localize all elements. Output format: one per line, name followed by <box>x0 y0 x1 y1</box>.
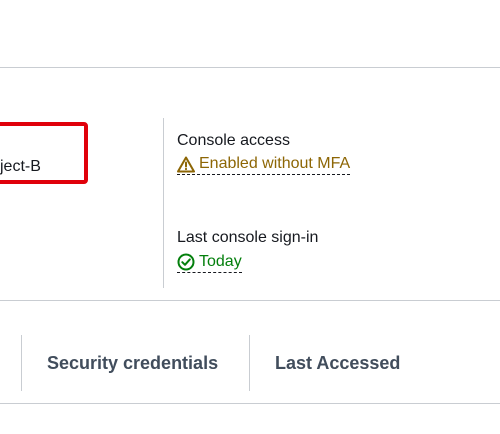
section-divider-middle <box>0 300 500 301</box>
console-access-label: Console access <box>177 132 290 149</box>
user-details-tabs: Security credentials Last Accessed <box>0 333 500 393</box>
user-name-value: ject-B <box>0 158 41 175</box>
tab-divider <box>249 335 250 391</box>
check-circle-icon <box>177 253 195 271</box>
console-access-status-text: Enabled without MFA <box>199 155 351 172</box>
warning-triangle-icon <box>177 156 195 173</box>
user-summary-card: ject-B Console access Enabled without MF… <box>0 67 500 300</box>
iam-user-details-page: ject-B Console access Enabled without MF… <box>0 0 500 434</box>
last-console-signin-value-text: Today <box>199 253 242 270</box>
console-access-status[interactable]: Enabled without MFA <box>177 155 351 175</box>
last-console-signin-value[interactable]: Today <box>177 253 242 273</box>
tab-security-credentials[interactable]: Security credentials <box>47 333 218 393</box>
tab-divider <box>21 335 22 391</box>
last-console-signin-label: Last console sign-in <box>177 229 319 246</box>
tab-last-accessed[interactable]: Last Accessed <box>275 333 400 393</box>
column-divider <box>163 118 164 288</box>
section-divider-bottom <box>0 403 500 404</box>
